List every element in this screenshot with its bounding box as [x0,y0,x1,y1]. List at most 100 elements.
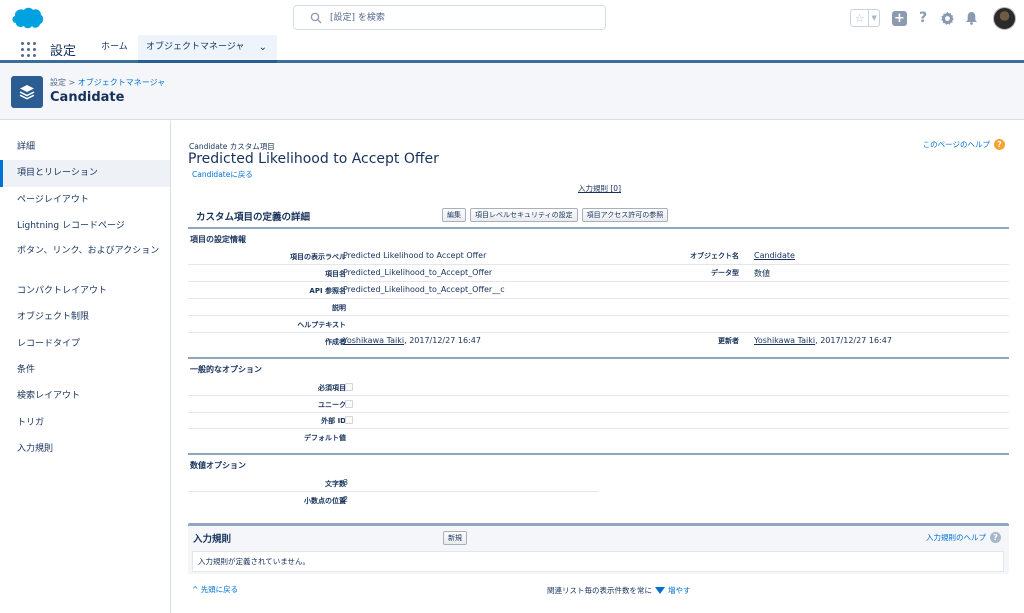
field-row: 文字数 3 [188,475,598,492]
sidebar-item-fields-relationships[interactable]: 項目とリレーション [0,160,170,187]
star-icon[interactable]: ☆ [851,10,870,26]
tab-home[interactable]: ホーム [101,35,128,60]
page-header: 設定 > オブジェクトマネージャ Candidate [0,63,1024,120]
tab-object-manager[interactable]: オブジェクトマネージャ ⌄ [138,35,277,63]
edit-button[interactable]: 編集 [442,208,466,222]
sidebar-item-details[interactable]: 詳細 [0,134,170,160]
created-by-user-link[interactable]: Yoshikawa Taiki [343,336,404,345]
field-row: 必須項目 [188,379,1009,396]
breadcrumb: 設定 > オブジェクトマネージャ [50,77,165,88]
search-icon [310,12,322,24]
field-label: 説明 [332,304,346,312]
validation-rules-related-list: 入力規則 新規 入力規則のヘルプ ? 入力規則が定義されていません。 [188,523,1009,574]
field-row: 小数点の位置 2 [188,492,598,509]
set-field-security-button[interactable]: 項目レベルセキュリティの設定 [470,208,578,222]
show-more-link[interactable]: 増やす [668,585,691,596]
page-help-link[interactable]: このページのヘルプ ? [923,139,1005,150]
sidebar-item-buttons-links-actions[interactable]: ボタン、リンク、およびアクション [0,239,170,278]
sidebar-item-conditions[interactable]: 条件 [0,357,170,383]
related-list-text: 関連リスト毎の表示件数を常に [547,586,652,595]
field-value: Predicted Likelihood to Accept Offer [343,251,487,260]
field-value: 2 [343,495,349,504]
help-icon: ? [990,532,1001,543]
modified-by-date: , 2017/12/27 16:47 [815,336,892,345]
general-options-heading: 一般的なオプション [190,365,262,374]
salesforce-logo[interactable] [10,6,44,30]
number-options-heading: 数値オプション [190,461,246,470]
required-checkbox [345,383,353,391]
object-name-link-text: Candidate [754,251,795,260]
sidebar-item-object-limits[interactable]: オブジェクト制限 [0,304,170,330]
created-by-value: Yoshikawa Taiki, 2017/12/27 16:47 [343,336,481,345]
section-divider [188,453,1009,455]
favorites-button[interactable]: ☆ ▼ [850,9,880,27]
app-navigation: 設定 ホーム オブジェクトマネージャ ⌄ [0,35,1024,63]
caret-up-icon: ^ [192,585,199,594]
sidebar-item-lightning-record-pages[interactable]: Lightning レコードページ [0,213,170,239]
main-content: Candidate カスタム項目 Predicted Likelihood to… [171,121,1024,613]
field-label: 必須項目 [318,384,346,392]
object-layers-icon [11,76,43,108]
modified-by-value: Yoshikawa Taiki, 2017/12/27 16:47 [754,336,892,345]
breadcrumb-setup: 設定 [50,78,66,87]
help-question-icon[interactable]: ? [915,10,931,26]
field-value: 3 [343,478,349,487]
page-help-label: このページのヘルプ [922,140,990,149]
field-label: ヘルプテキスト [297,321,346,329]
page-title: Candidate [50,90,125,105]
header-actions: ☆ ▼ + ? [850,5,1016,31]
help-icon: ? [994,139,1005,150]
modified-by-user-link[interactable]: Yoshikawa Taiki [754,336,815,345]
triangle-down-icon[interactable] [655,587,665,594]
sidebar-item-validation-rules[interactable]: 入力規則 [0,436,170,462]
breadcrumb-object-manager-link[interactable]: オブジェクトマネージャ [78,78,165,87]
global-search[interactable] [293,5,606,30]
field-label: データ型 [711,269,739,277]
user-avatar[interactable] [993,6,1016,30]
back-to-top-link[interactable]: ^ 先頭に戻る [192,584,238,595]
field-label: API 参照名 [309,287,346,295]
sidebar-item-compact-layouts[interactable]: コンパクトレイアウト [0,278,170,304]
setup-gear-icon[interactable] [939,10,955,26]
chevron-down-icon[interactable]: ▼ [869,10,879,26]
search-input[interactable] [330,9,590,26]
sidebar-item-triggers[interactable]: トリガ [0,410,170,436]
view-field-accessibility-button[interactable]: 項目アクセス許可の参照 [581,208,669,222]
field-label: 項目の表示ラベル [290,253,346,261]
global-header: ☆ ▼ + ? [0,0,1024,35]
detail-buttons: 編集 項目レベルセキュリティの設定 項目アクセス許可の参照 [442,208,672,222]
validation-rules-help-link[interactable]: 入力規則のヘルプ ? [926,532,1001,543]
app-launcher-icon[interactable] [21,42,36,57]
field-label: ユニーク [318,401,346,409]
field-label: 小数点の位置 [304,497,346,505]
tab-object-manager-label: オブジェクトマネージャ [146,42,245,52]
object-name-link[interactable]: Candidate [754,251,795,260]
detail-section-title: カスタム項目の定義の詳細 [196,212,311,223]
field-value: Predicted_Likelihood_to_Accept_Offer__c [343,285,505,294]
bell-icon [965,12,977,25]
field-row: 作成者 Yoshikawa Taiki, 2017/12/27 16:47 更新… [188,333,1009,350]
field-label: 外部 ID [321,417,346,425]
settings-heading: 項目の設定情報 [190,235,246,244]
new-validation-rule-button[interactable]: 新規 [443,531,467,545]
sidebar-item-record-types[interactable]: レコードタイプ [0,331,170,357]
layers-icon [19,85,35,100]
field-row: ヘルプテキスト [188,316,1009,333]
back-to-top-label: 先頭に戻る [200,585,239,594]
field-value: Predicted_Likelihood_to_Accept_Offer [343,268,493,277]
sidebar-item-page-layouts[interactable]: ページレイアウト [0,187,170,213]
validation-rules-count-link[interactable]: 入力規則 [0] [578,183,621,194]
global-actions-plus-icon[interactable]: + [892,10,907,26]
field-row: デフォルト値 [188,429,1009,446]
back-to-object-link[interactable]: Candidateに戻る [192,169,253,180]
sidebar-item-search-layouts[interactable]: 検索レイアウト [0,383,170,409]
field-label: デフォルト値 [304,434,346,442]
field-label: オブジェクト名 [690,252,739,260]
object-sidebar: 詳細 項目とリレーション ページレイアウト Lightning レコードページ … [0,121,171,613]
validation-rules-help-label: 入力規則のヘルプ [926,533,986,542]
field-value: 数値 [754,269,770,278]
section-divider [188,227,1009,229]
chevron-down-icon[interactable]: ⌄ [259,35,267,60]
field-row: ユニーク [188,396,1009,413]
notifications-bell-icon[interactable] [963,10,979,26]
